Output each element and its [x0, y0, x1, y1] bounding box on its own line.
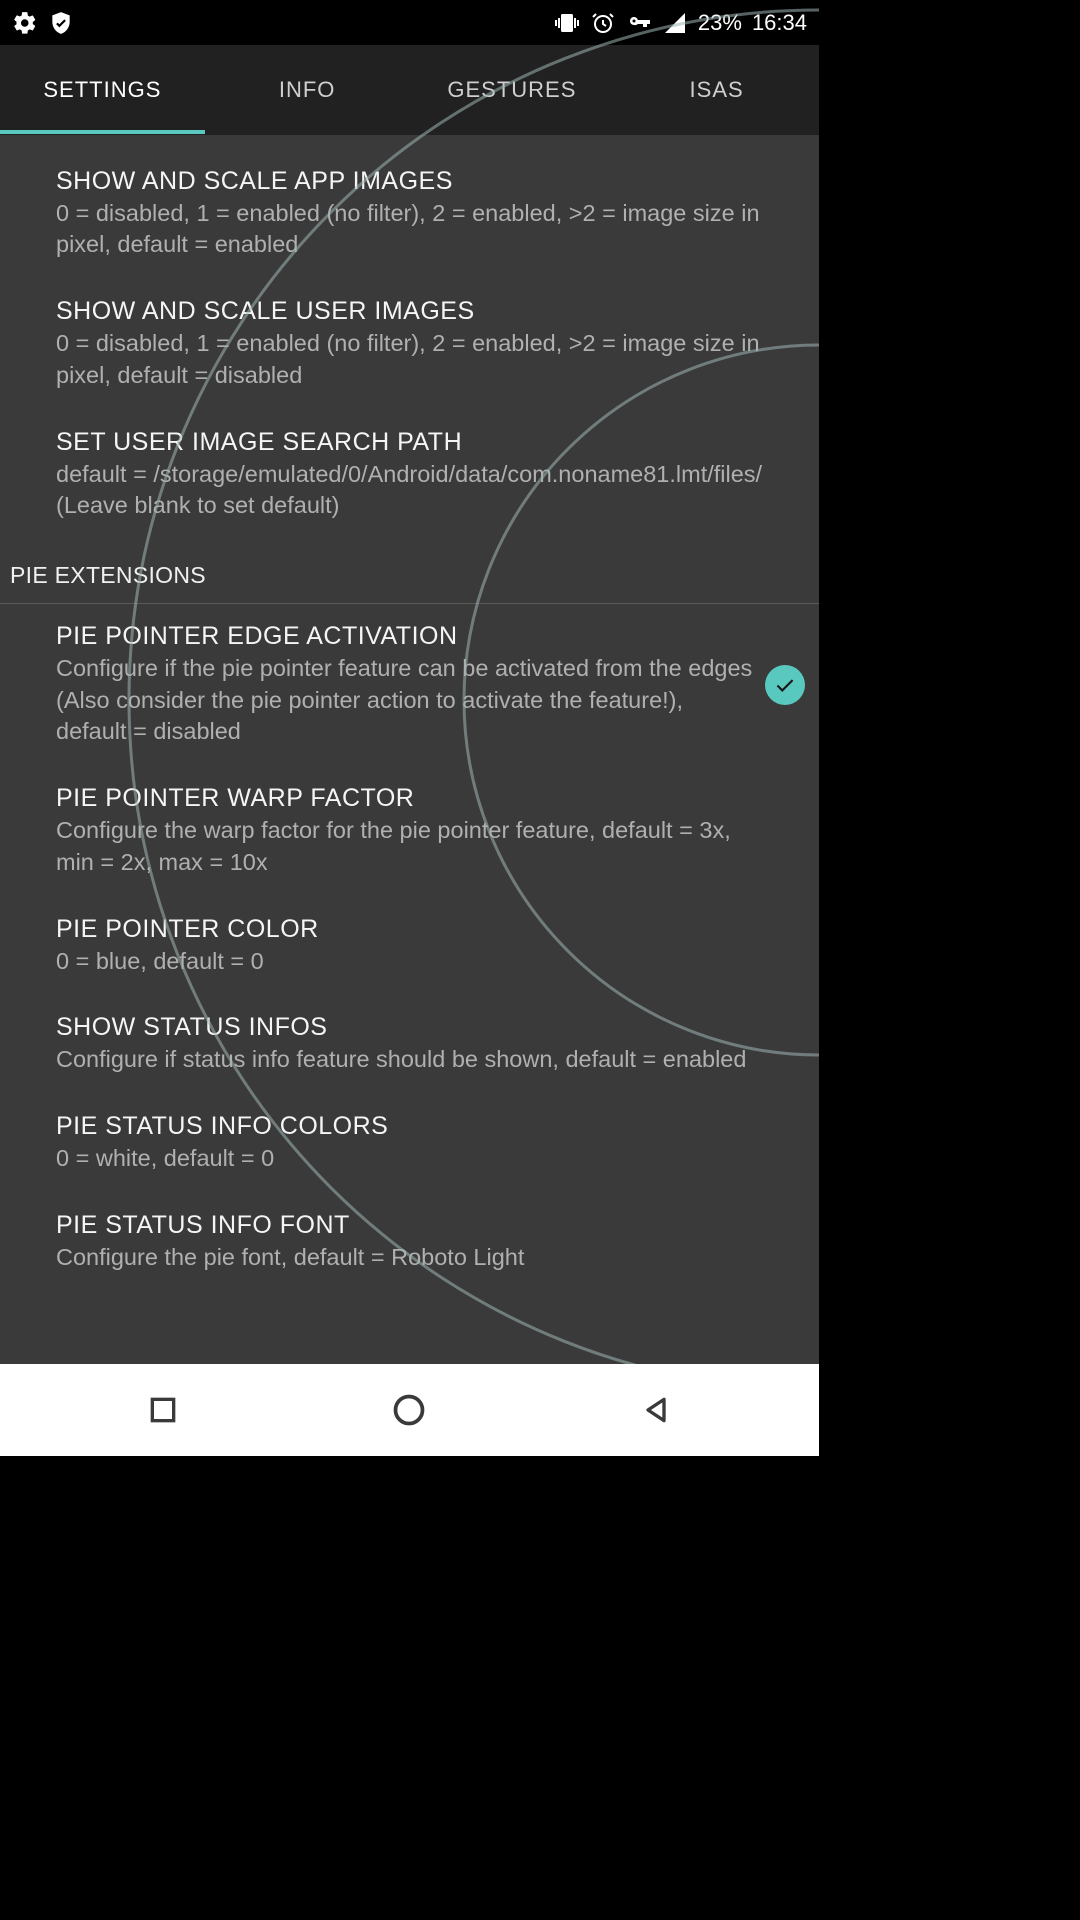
back-button[interactable] — [596, 1380, 716, 1440]
setting-desc: 0 = disabled, 1 = enabled (no filter), 2… — [56, 198, 763, 261]
setting-desc: Configure if status info feature should … — [56, 1044, 763, 1076]
setting-title: SHOW STATUS INFOS — [56, 1013, 763, 1042]
list-item[interactable]: SHOW AND SCALE USER IMAGES 0 = disabled,… — [0, 279, 819, 409]
list-item[interactable]: PIE POINTER WARP FACTOR Configure the wa… — [0, 766, 819, 896]
status-bar: 23% 16:34 — [0, 0, 819, 45]
recent-apps-button[interactable] — [103, 1380, 223, 1440]
checkbox-checked[interactable] — [765, 665, 805, 705]
setting-title: SHOW AND SCALE APP IMAGES — [56, 167, 763, 196]
shield-check-icon — [48, 10, 74, 36]
tab-settings[interactable]: SETTINGS — [0, 47, 205, 133]
setting-desc: default = /storage/emulated/0/Android/da… — [56, 459, 763, 522]
circle-icon — [391, 1392, 427, 1428]
list-item[interactable]: SET USER IMAGE SEARCH PATH default = /st… — [0, 410, 819, 540]
battery-percentage: 23% — [698, 10, 742, 36]
settings-list[interactable]: Switch between different icon sets for t… — [0, 135, 819, 1364]
list-item[interactable]: PIE STATUS INFO FONT Configure the pie f… — [0, 1193, 819, 1292]
setting-desc: 0 = disabled, 1 = enabled (no filter), 2… — [56, 328, 763, 391]
tab-bar: SETTINGS INFO GESTURES ISAS — [0, 45, 819, 135]
home-button[interactable] — [349, 1380, 469, 1440]
vpn-key-icon — [626, 10, 652, 36]
vibrate-icon — [554, 10, 580, 36]
signal-icon — [662, 10, 688, 36]
setting-desc: 0 = blue, default = 0 — [56, 946, 763, 978]
setting-desc: 0 = white, default = 0 — [56, 1143, 763, 1175]
check-icon — [772, 672, 798, 698]
list-item[interactable]: PIE POINTER COLOR 0 = blue, default = 0 — [0, 897, 819, 996]
tab-isas[interactable]: ISAS — [614, 47, 819, 133]
setting-desc: Configure if the pie pointer feature can… — [56, 653, 753, 748]
setting-desc: Configure the pie font, default = Roboto… — [56, 1242, 763, 1274]
tab-info[interactable]: INFO — [205, 47, 410, 133]
list-item[interactable]: PIE POINTER EDGE ACTIVATION Configure if… — [0, 604, 819, 766]
alarm-icon — [590, 10, 616, 36]
triangle-back-icon — [640, 1394, 672, 1426]
navigation-bar — [0, 1364, 819, 1456]
list-item[interactable]: SHOW AND SCALE APP IMAGES 0 = disabled, … — [0, 149, 819, 279]
section-header-pie-extensions: PIE EXTENSIONS — [0, 540, 819, 604]
clock-time: 16:34 — [752, 10, 807, 36]
setting-title: SHOW AND SCALE USER IMAGES — [56, 297, 763, 326]
setting-title: PIE STATUS INFO FONT — [56, 1211, 763, 1240]
list-item[interactable]: Switch between different icon sets for t… — [0, 135, 819, 149]
setting-desc: Configure the warp factor for the pie po… — [56, 815, 763, 878]
square-icon — [147, 1394, 179, 1426]
gear-icon — [12, 10, 38, 36]
setting-title: PIE POINTER EDGE ACTIVATION — [56, 622, 753, 651]
setting-title: PIE POINTER COLOR — [56, 915, 763, 944]
tab-gestures[interactable]: GESTURES — [410, 47, 615, 133]
list-item[interactable]: PIE STATUS INFO COLORS 0 = white, defaul… — [0, 1094, 819, 1193]
setting-title: SET USER IMAGE SEARCH PATH — [56, 428, 763, 457]
setting-title: PIE POINTER WARP FACTOR — [56, 784, 763, 813]
setting-title: PIE STATUS INFO COLORS — [56, 1112, 763, 1141]
list-item[interactable]: SHOW STATUS INFOS Configure if status in… — [0, 995, 819, 1094]
